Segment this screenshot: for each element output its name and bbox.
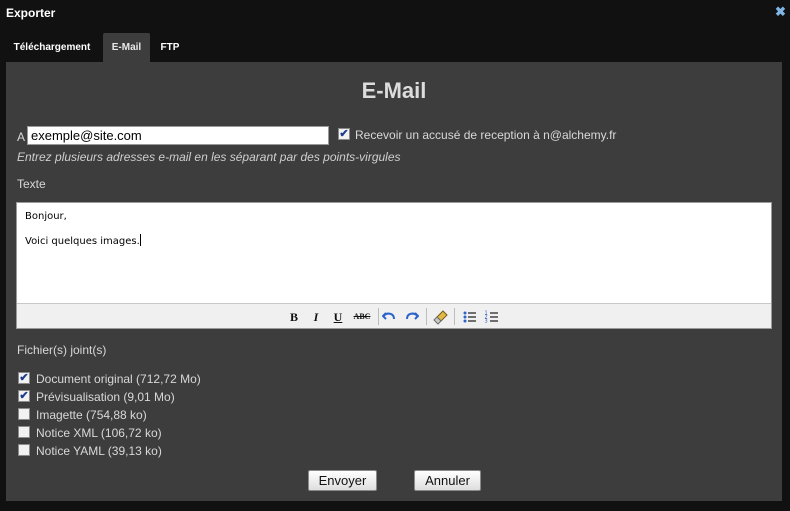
attachment-checkbox[interactable]: ✔: [18, 390, 30, 402]
attachment-label: Prévisualisation (9,01 Mo): [36, 390, 175, 404]
read-receipt-label: Recevoir un accusé de reception à n@alch…: [355, 128, 617, 142]
recipient-input[interactable]: [27, 126, 329, 145]
text-label: Texte: [17, 177, 46, 191]
toolbar-separator: [454, 308, 455, 325]
svg-text:3: 3: [485, 319, 488, 325]
message-body[interactable]: Bonjour, Voici quelques images.: [17, 203, 771, 303]
attachment-checkbox[interactable]: ✔: [18, 372, 30, 384]
attachment-checkbox[interactable]: [18, 426, 30, 438]
tab-ftp[interactable]: FTP: [154, 33, 186, 62]
strikethrough-button[interactable]: ABC: [351, 309, 373, 325]
send-button[interactable]: Envoyer: [308, 470, 377, 491]
recipient-hint: Entrez plusieurs adresses e-mail en les …: [17, 150, 401, 164]
attachments-label: Fichier(s) joint(s): [17, 343, 107, 357]
email-panel: E-Mail A ✔ Recevoir un accusé de recepti…: [6, 62, 782, 501]
underline-button[interactable]: U: [329, 309, 347, 325]
tab-telechargement[interactable]: Téléchargement: [6, 33, 98, 62]
toolbar-separator: [378, 308, 379, 325]
bold-button[interactable]: B: [285, 309, 303, 325]
message-editor: Bonjour, Voici quelques images. B I U AB…: [16, 202, 772, 329]
bullet-list-icon[interactable]: [461, 309, 479, 325]
redo-icon[interactable]: [403, 309, 421, 325]
attachment-label: Notice YAML (39,13 ko): [36, 444, 162, 458]
attachment-label: Imagette (754,88 ko): [36, 408, 147, 422]
title-bar: Exporter ✖: [0, 0, 790, 30]
attachment-checkbox[interactable]: [18, 444, 30, 456]
text-caret: [139, 234, 141, 246]
editor-toolbar: B I U ABC 123: [17, 303, 771, 328]
toolbar-separator: [426, 308, 427, 325]
attachment-label: Document original (712,72 Mo): [36, 372, 201, 386]
attachment-label: Notice XML (106,72 ko): [36, 426, 162, 440]
attachment-checkbox[interactable]: [18, 408, 30, 420]
cancel-button[interactable]: Annuler: [414, 470, 481, 491]
undo-icon[interactable]: [380, 309, 398, 325]
eraser-brush-icon[interactable]: [432, 309, 450, 325]
window-title: Exporter: [6, 6, 56, 20]
message-line: Bonjour,: [25, 211, 67, 222]
page-title: E-Mail: [361, 78, 427, 103]
read-receipt-checkbox[interactable]: ✔: [338, 128, 350, 140]
numbered-list-icon[interactable]: 123: [483, 309, 501, 325]
tab-email[interactable]: E-Mail: [103, 33, 150, 62]
recipient-label: A: [17, 130, 26, 144]
close-icon[interactable]: ✖: [775, 5, 786, 19]
italic-button[interactable]: I: [307, 309, 325, 325]
message-line: Voici quelques images.: [25, 236, 140, 247]
